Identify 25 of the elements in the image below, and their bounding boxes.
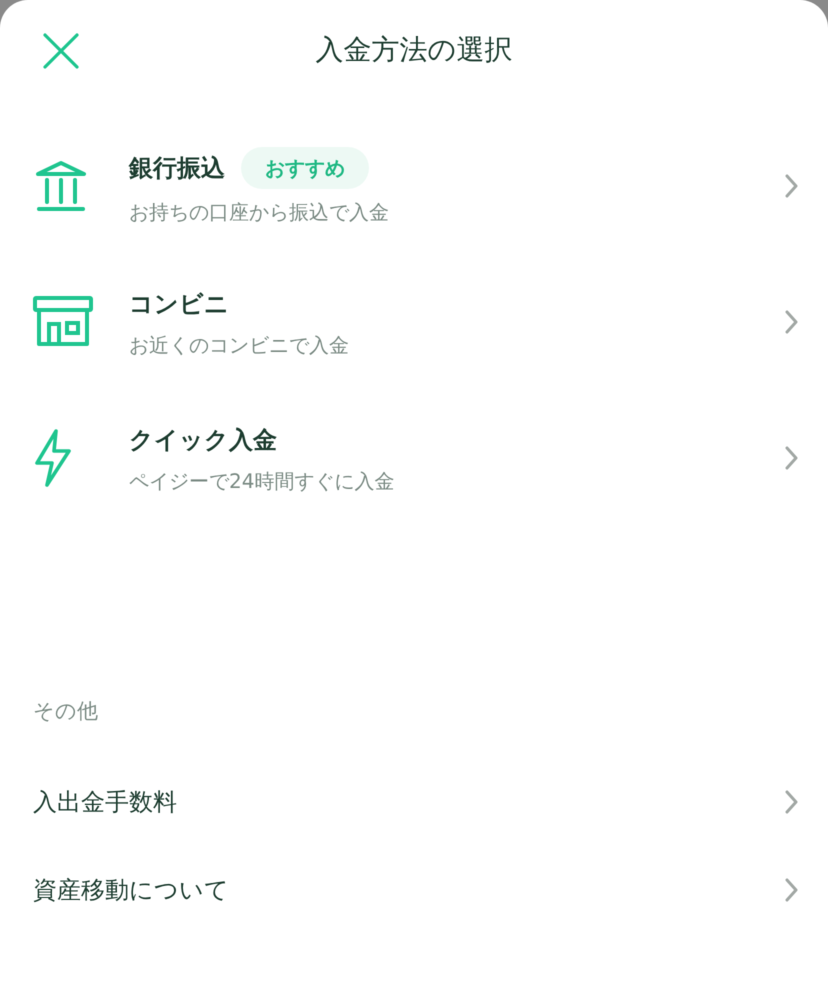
menu-item[interactable]: 入出金手数料 xyxy=(0,758,828,846)
menu-item-label: 資産移動について xyxy=(33,874,229,906)
payment-method-item[interactable]: クイック入金 ペイジーで24時間すぐに入金 xyxy=(0,390,828,526)
chevron-right-icon xyxy=(784,174,798,198)
close-icon xyxy=(42,33,80,69)
chevron-right-icon xyxy=(784,790,798,814)
method-title: クイック入金 xyxy=(129,425,277,456)
method-title: コンビニ xyxy=(129,289,229,320)
method-title: 銀行振込 xyxy=(129,153,225,184)
chevron-right-icon xyxy=(784,310,798,334)
menu-item[interactable]: 資産移動について xyxy=(0,846,828,934)
method-description: お持ちの口座から振込で入金 xyxy=(129,199,390,226)
chevron-right-icon xyxy=(784,446,798,470)
menu-item-label: 入出金手数料 xyxy=(33,786,177,818)
lightning-icon xyxy=(33,428,73,488)
method-description: お近くのコンビニで入金 xyxy=(129,332,350,359)
store-icon xyxy=(33,296,93,348)
recommended-badge: おすすめ xyxy=(241,147,369,189)
bank-icon xyxy=(33,160,89,212)
chevron-right-icon xyxy=(784,878,798,902)
payment-method-item[interactable]: 銀行振込 おすすめ お持ちの口座から振込で入金 xyxy=(0,118,828,254)
payment-method-item[interactable]: コンビニ お近くのコンビニで入金 xyxy=(0,254,828,390)
section-heading: その他 xyxy=(32,698,99,725)
sheet-title: 入金方法の選択 xyxy=(316,32,512,68)
method-description: ペイジーで24時間すぐに入金 xyxy=(129,468,396,495)
